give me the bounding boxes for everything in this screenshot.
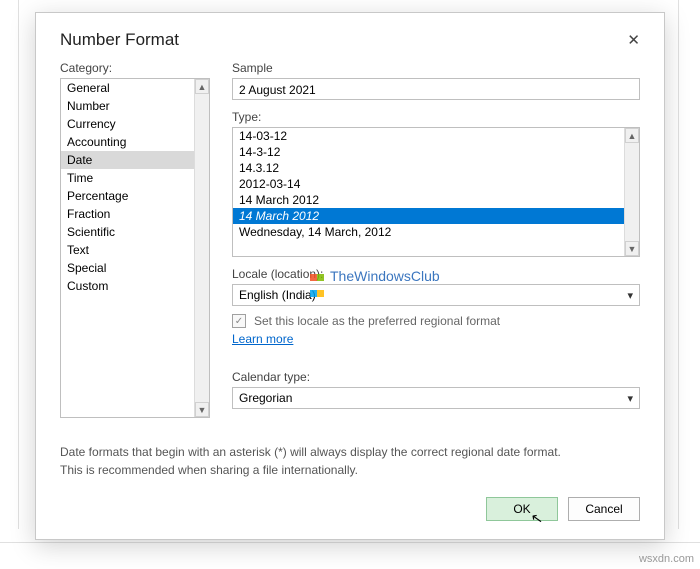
scroll-up-icon[interactable]: ▲ — [195, 79, 209, 94]
type-item[interactable]: 14-03-12 — [233, 128, 624, 144]
category-item[interactable]: Fraction — [61, 205, 194, 223]
type-item[interactable]: 14-3-12 — [233, 144, 624, 160]
footer-note: Date formats that begin with an asterisk… — [36, 432, 664, 479]
source-domain: wsxdn.com — [639, 553, 694, 565]
category-item[interactable]: Scientific — [61, 223, 194, 241]
locale-preferred-checkbox[interactable]: ✓ — [232, 314, 246, 328]
category-scrollbar[interactable]: ▲ ▼ — [194, 79, 209, 417]
type-label: Type: — [232, 110, 640, 124]
calendar-select[interactable]: Gregorian ▾ — [232, 387, 640, 409]
type-item[interactable]: 14.3.12 — [233, 160, 624, 176]
dialog-title: Number Format — [60, 30, 179, 50]
type-scrollbar[interactable]: ▲ ▼ — [624, 128, 639, 256]
category-item[interactable]: Accounting — [61, 133, 194, 151]
sample-value: 2 August 2021 — [232, 78, 640, 100]
locale-select[interactable]: English (India) ▾ — [232, 284, 640, 306]
type-listbox[interactable]: 14-03-1214-3-1214.3.122012-03-1414 March… — [232, 127, 640, 257]
category-item[interactable]: Percentage — [61, 187, 194, 205]
dialog-titlebar: Number Format ✕ — [36, 13, 664, 61]
cursor-icon: ↖ — [530, 509, 545, 528]
category-item[interactable]: Number — [61, 97, 194, 115]
type-item[interactable]: 14 March 2012 — [233, 192, 624, 208]
windows-logo-icon — [310, 268, 326, 284]
chevron-down-icon: ▾ — [627, 392, 633, 405]
sample-label: Sample — [232, 61, 640, 75]
category-item[interactable]: Text — [61, 241, 194, 259]
locale-value: English (India) — [239, 288, 316, 302]
calendar-value: Gregorian — [239, 391, 292, 405]
note-line1: Date formats that begin with an asterisk… — [60, 444, 640, 461]
chevron-down-icon: ▾ — [627, 289, 633, 302]
category-item[interactable]: General — [61, 79, 194, 97]
watermark: TheWindowsClub — [310, 268, 440, 284]
category-item[interactable]: Time — [61, 169, 194, 187]
category-label: Category: — [60, 61, 210, 75]
note-line2: This is recommended when sharing a file … — [60, 462, 640, 479]
calendar-label: Calendar type: — [232, 370, 640, 384]
ok-button[interactable]: OK ↖ — [486, 497, 558, 521]
category-item[interactable]: Date — [61, 151, 194, 169]
scroll-down-icon[interactable]: ▼ — [625, 241, 639, 256]
category-item[interactable]: Custom — [61, 277, 194, 295]
close-icon[interactable]: ✕ — [621, 27, 646, 53]
type-item[interactable]: 14 March 2012 — [233, 208, 624, 224]
category-item[interactable]: Currency — [61, 115, 194, 133]
type-item[interactable]: Wednesday, 14 March, 2012 — [233, 224, 624, 240]
learn-more-link[interactable]: Learn more — [232, 332, 293, 346]
type-item[interactable]: 2012-03-14 — [233, 176, 624, 192]
category-listbox[interactable]: GeneralNumberCurrencyAccountingDateTimeP… — [60, 78, 210, 418]
scroll-down-icon[interactable]: ▼ — [195, 402, 209, 417]
cancel-button[interactable]: Cancel — [568, 497, 640, 521]
scroll-up-icon[interactable]: ▲ — [625, 128, 639, 143]
category-item[interactable]: Special — [61, 259, 194, 277]
locale-checkbox-label: Set this locale as the preferred regiona… — [254, 314, 500, 328]
